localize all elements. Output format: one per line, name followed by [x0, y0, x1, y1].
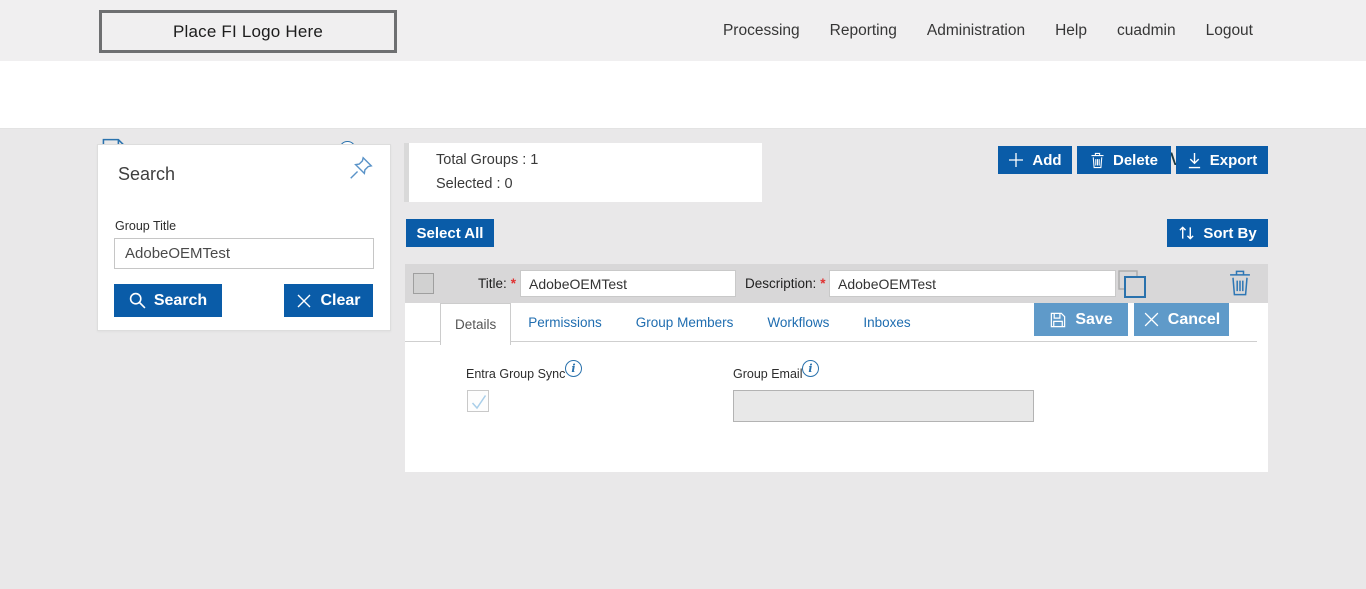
title-required-marker: *	[511, 276, 516, 291]
top-nav-links: Processing Reporting Administration Help…	[723, 0, 1366, 61]
cancel-button[interactable]: Cancel	[1134, 303, 1229, 336]
summary-box: Total Groups : 1 Selected : 0	[409, 143, 762, 202]
x-icon	[296, 293, 312, 309]
description-field-label: Description: *	[745, 264, 826, 303]
description-required-marker: *	[820, 276, 825, 291]
select-all-button[interactable]: Select All	[406, 219, 494, 247]
copy-icon[interactable]	[1116, 268, 1148, 305]
sort-by-button[interactable]: Sort By	[1167, 219, 1268, 247]
group-row: Title: * Description: *	[405, 264, 1268, 303]
search-button-label: Search	[154, 292, 207, 310]
entra-group-sync-info-icon[interactable]: i	[565, 360, 582, 377]
total-groups-line: Total Groups : 1	[436, 152, 538, 168]
tab-details[interactable]: Details	[440, 303, 511, 345]
total-groups-label: Total Groups :	[436, 152, 526, 168]
save-button-label: Save	[1075, 311, 1112, 329]
sort-by-button-label: Sort By	[1203, 225, 1256, 242]
plus-icon	[1008, 152, 1024, 168]
nav-item-logout[interactable]: Logout	[1206, 22, 1253, 40]
export-button-label: Export	[1210, 152, 1258, 169]
clear-button[interactable]: Clear	[284, 284, 373, 317]
magnifier-icon	[129, 292, 146, 309]
group-email-label: Group Email	[733, 367, 802, 381]
entra-group-sync-checkbox[interactable]	[467, 390, 489, 412]
group-email-input	[733, 390, 1034, 422]
nav-item-help[interactable]: Help	[1055, 22, 1087, 40]
pushpin-icon[interactable]	[348, 155, 374, 186]
tab-inboxes[interactable]: Inboxes	[846, 303, 927, 341]
add-button-label: Add	[1032, 152, 1061, 169]
selected-line: Selected : 0	[436, 176, 513, 192]
tab-permissions[interactable]: Permissions	[511, 303, 619, 341]
group-detail-panel: Details Permissions Group Members Workfl…	[405, 303, 1268, 472]
title-label-text: Title:	[478, 276, 507, 291]
download-icon	[1187, 152, 1202, 169]
x-icon	[1143, 311, 1160, 328]
delete-button[interactable]: Delete	[1077, 146, 1171, 174]
checkmark-icon	[468, 391, 490, 413]
cancel-button-label: Cancel	[1168, 311, 1220, 329]
title-field-label: Title: *	[478, 264, 516, 303]
export-button[interactable]: Export	[1176, 146, 1268, 174]
up-down-arrows-icon	[1178, 224, 1195, 242]
group-maintenance-page: Place FI Logo Here Processing Reporting …	[0, 0, 1366, 589]
nav-item-administration[interactable]: Administration	[927, 22, 1025, 40]
tab-workflows[interactable]: Workflows	[750, 303, 846, 341]
selected-label: Selected :	[436, 176, 501, 192]
search-panel: Search Group Title Search Clear	[97, 144, 391, 331]
search-button[interactable]: Search	[114, 284, 222, 317]
description-label-text: Description:	[745, 276, 816, 291]
detail-tabbar: Details Permissions Group Members Workfl…	[405, 303, 1257, 342]
clear-button-label: Clear	[320, 292, 360, 310]
title-input[interactable]	[520, 270, 736, 297]
group-row-checkbox[interactable]	[413, 273, 434, 294]
group-title-label: Group Title	[115, 219, 176, 233]
selected-value: 0	[505, 176, 513, 192]
select-all-button-label: Select All	[417, 225, 484, 242]
nav-item-user-cuadmin[interactable]: cuadmin	[1117, 22, 1176, 40]
fi-logo-placeholder-text: Place FI Logo Here	[173, 22, 323, 42]
row-trash-icon[interactable]	[1228, 269, 1252, 302]
page-header: Group Maintenance i Kinective Sign	[0, 61, 1366, 129]
save-button[interactable]: Save	[1034, 303, 1128, 336]
delete-button-label: Delete	[1113, 152, 1158, 169]
total-groups-value: 1	[530, 152, 538, 168]
description-input[interactable]	[829, 270, 1116, 297]
floppy-disk-icon	[1049, 311, 1067, 329]
group-title-input[interactable]	[114, 238, 374, 269]
top-navigation-bar: Place FI Logo Here Processing Reporting …	[0, 0, 1366, 61]
entra-group-sync-label: Entra Group Sync	[466, 367, 565, 381]
fi-logo-placeholder: Place FI Logo Here	[99, 10, 397, 53]
nav-item-reporting[interactable]: Reporting	[830, 22, 897, 40]
trash-icon	[1090, 152, 1105, 169]
search-panel-title: Search	[118, 164, 175, 185]
add-button[interactable]: Add	[998, 146, 1072, 174]
tab-group-members[interactable]: Group Members	[619, 303, 751, 341]
group-email-info-icon[interactable]: i	[802, 360, 819, 377]
nav-item-processing[interactable]: Processing	[723, 22, 800, 40]
